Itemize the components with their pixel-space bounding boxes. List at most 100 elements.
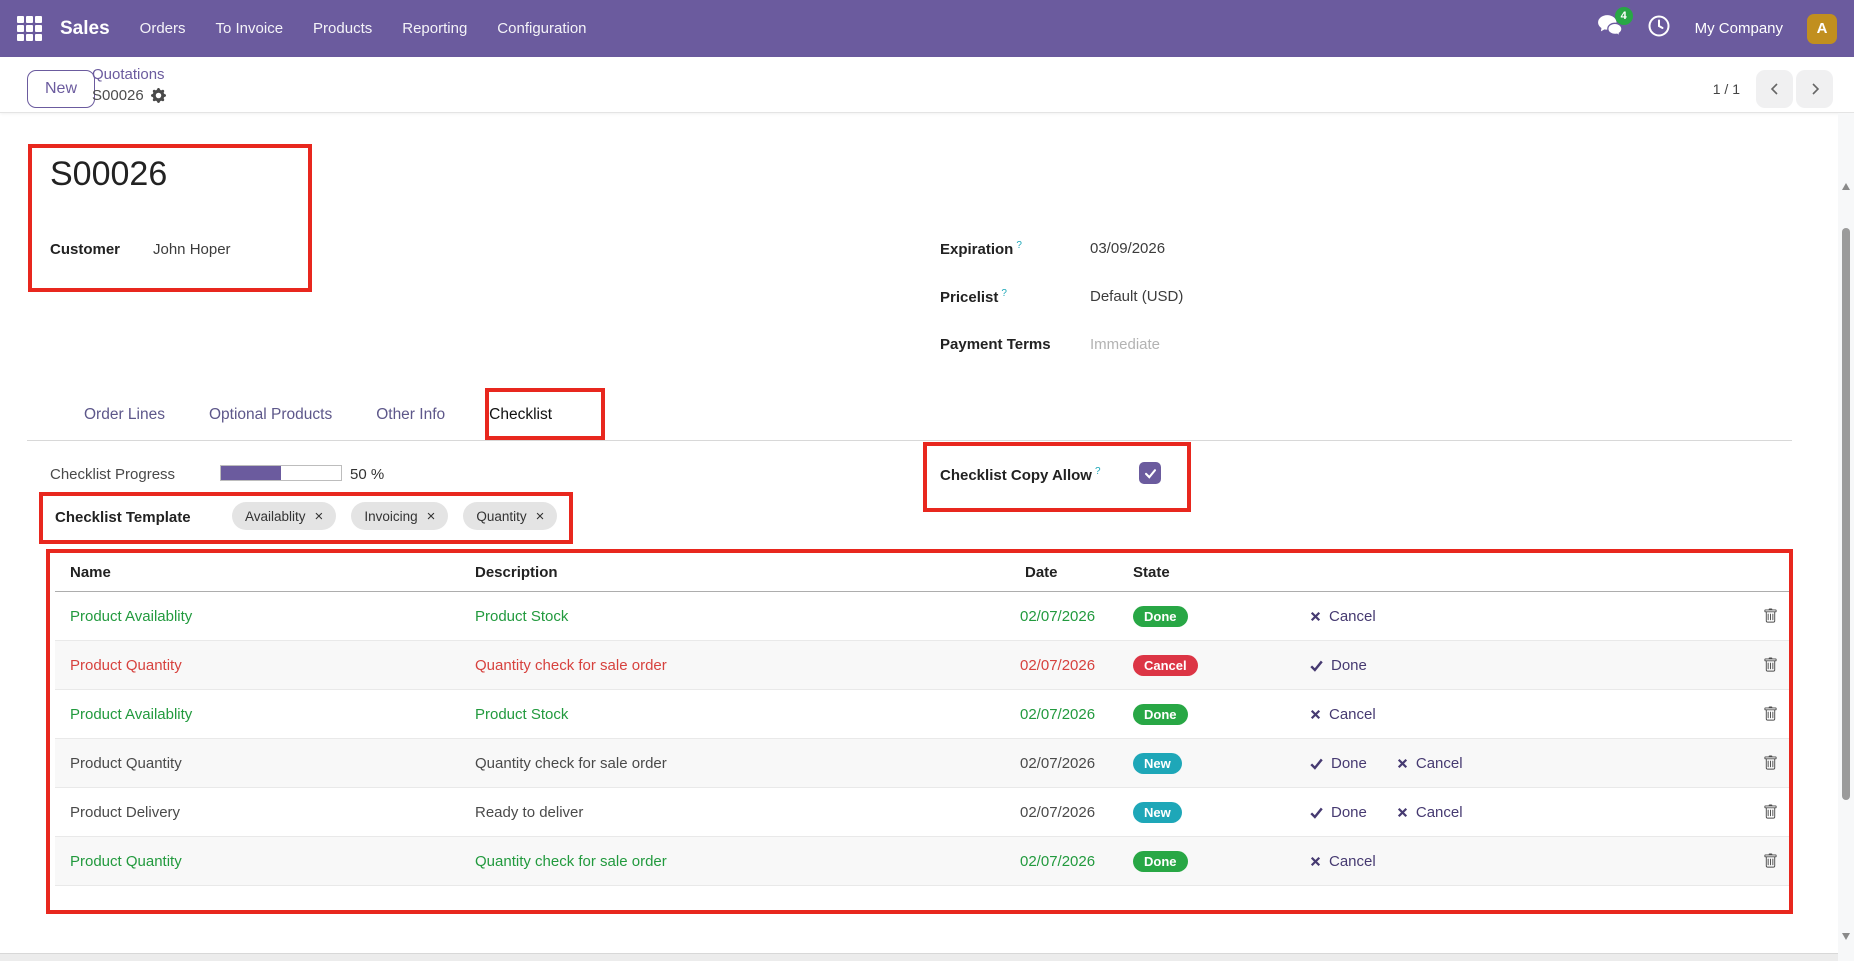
nav-right: 4 My Company A xyxy=(1597,14,1837,44)
payment-terms-value[interactable]: Immediate xyxy=(1090,336,1160,353)
scroll-up-arrow[interactable] xyxy=(1842,183,1850,190)
pager: 1 / 1 xyxy=(1713,70,1833,108)
template-tag-invoicing[interactable]: Invoicing × xyxy=(351,502,448,530)
row-actions: Done Cancel xyxy=(1310,755,1560,772)
cancel-button[interactable]: Cancel xyxy=(1397,804,1463,821)
delete-row-button[interactable] xyxy=(1763,755,1778,771)
nav-item-to-invoice[interactable]: To Invoice xyxy=(216,20,284,37)
pager-next-button[interactable] xyxy=(1796,70,1833,108)
row-delete xyxy=(1750,608,1790,624)
cancel-button[interactable]: Cancel xyxy=(1310,706,1376,723)
state-badge: Done xyxy=(1133,704,1188,725)
row-date: 02/07/2026 xyxy=(1020,853,1133,870)
done-button[interactable]: Done xyxy=(1310,657,1367,674)
messages-button[interactable]: 4 xyxy=(1597,14,1623,43)
user-avatar[interactable]: A xyxy=(1807,14,1837,44)
remove-tag-icon[interactable]: × xyxy=(427,509,436,524)
gear-icon[interactable] xyxy=(151,88,166,103)
cancel-button[interactable]: Cancel xyxy=(1310,608,1376,625)
row-description: Ready to deliver xyxy=(475,804,1020,821)
expiration-field: Expiration? 03/09/2026 xyxy=(940,240,1165,258)
customer-value[interactable]: John Hoper xyxy=(153,241,231,258)
table-row[interactable]: Product QuantityQuantity check for sale … xyxy=(55,739,1790,788)
scrollbar-thumb[interactable] xyxy=(1842,228,1850,800)
template-tag-quantity[interactable]: Quantity × xyxy=(463,502,557,530)
apps-grid-icon[interactable] xyxy=(17,16,42,41)
pricelist-value[interactable]: Default (USD) xyxy=(1090,288,1183,306)
done-button[interactable]: Done xyxy=(1310,804,1367,821)
table-empty-row xyxy=(55,886,1790,907)
row-state: New xyxy=(1133,802,1310,823)
template-tag-availablity[interactable]: Availablity× xyxy=(232,502,336,530)
delete-row-button[interactable] xyxy=(1763,853,1778,869)
row-delete xyxy=(1750,755,1790,771)
delete-row-button[interactable] xyxy=(1763,706,1778,722)
checklist-template-tags[interactable]: Availablity× Invoicing × Quantity × xyxy=(232,502,557,530)
nav-item-configuration[interactable]: Configuration xyxy=(497,20,586,37)
app-brand[interactable]: Sales xyxy=(60,18,110,40)
header-description[interactable]: Description xyxy=(475,564,1020,581)
pager-previous-button[interactable] xyxy=(1756,70,1793,108)
done-button-label: Done xyxy=(1331,755,1367,772)
row-date: 02/07/2026 xyxy=(1020,657,1133,674)
delete-row-button[interactable] xyxy=(1763,657,1778,673)
table-row[interactable]: Product QuantityQuantity check for sale … xyxy=(55,641,1790,690)
row-state: Done xyxy=(1133,704,1310,725)
checklist-progress-bar xyxy=(220,465,342,481)
top-nav: Sales Orders To Invoice Products Reporting C… xyxy=(0,0,1854,57)
pricelist-field: Pricelist? Default (USD) xyxy=(940,288,1183,306)
header-name[interactable]: Name xyxy=(55,564,475,581)
remove-tag-icon[interactable]: × xyxy=(315,509,324,524)
tab-order-lines[interactable]: Order Lines xyxy=(84,406,165,424)
cancel-button[interactable]: Cancel xyxy=(1397,755,1463,772)
customer-field: Customer John Hoper xyxy=(50,241,231,258)
cancel-button[interactable]: Cancel xyxy=(1310,853,1376,870)
record-title[interactable]: S00026 xyxy=(50,155,167,194)
row-name: Product Availablity xyxy=(55,608,475,625)
table-row[interactable]: Product AvailablityProduct Stock02/07/20… xyxy=(55,690,1790,739)
state-badge: Done xyxy=(1133,851,1188,872)
cancel-button-label: Cancel xyxy=(1416,804,1463,821)
state-badge: Cancel xyxy=(1133,655,1198,676)
help-icon: ? xyxy=(1095,466,1101,477)
table-row[interactable]: Product QuantityQuantity check for sale … xyxy=(55,837,1790,886)
table-row[interactable]: Product AvailablityProduct Stock02/07/20… xyxy=(55,592,1790,641)
header-date[interactable]: Date xyxy=(1020,564,1133,581)
scroll-down-arrow[interactable] xyxy=(1842,933,1850,940)
row-date: 02/07/2026 xyxy=(1020,755,1133,772)
breadcrumb: Quotations S00026 xyxy=(92,64,166,106)
delete-row-button[interactable] xyxy=(1763,804,1778,820)
state-badge: New xyxy=(1133,753,1182,774)
tab-other-info[interactable]: Other Info xyxy=(376,406,445,424)
table-row[interactable]: Product DeliveryReady to deliver02/07/20… xyxy=(55,788,1790,837)
nav-item-reporting[interactable]: Reporting xyxy=(402,20,467,37)
row-name: Product Availablity xyxy=(55,706,475,723)
table-body: Product AvailablityProduct Stock02/07/20… xyxy=(55,592,1790,907)
row-description: Product Stock xyxy=(475,608,1020,625)
checklist-table: Name Description Date State Product Avai… xyxy=(55,553,1790,907)
progress-fill xyxy=(221,466,281,480)
breadcrumb-parent-link[interactable]: Quotations xyxy=(92,64,166,85)
row-description: Quantity check for sale order xyxy=(475,657,1020,674)
remove-tag-icon[interactable]: × xyxy=(536,509,545,524)
row-delete xyxy=(1750,706,1790,722)
nav-item-products[interactable]: Products xyxy=(313,20,372,37)
row-actions: Cancel xyxy=(1310,853,1560,870)
tab-checklist[interactable]: Checklist xyxy=(489,406,552,424)
nav-item-orders[interactable]: Orders xyxy=(140,20,186,37)
row-actions: Done Cancel xyxy=(1310,804,1560,821)
delete-row-button[interactable] xyxy=(1763,608,1778,624)
copy-allow-checkbox[interactable] xyxy=(1139,462,1161,484)
done-button[interactable]: Done xyxy=(1310,755,1367,772)
expiration-value[interactable]: 03/09/2026 xyxy=(1090,240,1165,258)
tab-optional-products[interactable]: Optional Products xyxy=(209,406,332,424)
tag-label: Invoicing xyxy=(364,509,417,524)
activities-clock-icon[interactable] xyxy=(1647,14,1671,43)
tag-label: Quantity xyxy=(476,509,526,524)
row-description: Product Stock xyxy=(475,706,1020,723)
state-badge: New xyxy=(1133,802,1182,823)
new-button[interactable]: New xyxy=(27,70,95,108)
customer-label: Customer xyxy=(50,241,153,258)
company-switcher[interactable]: My Company xyxy=(1695,20,1783,37)
header-state[interactable]: State xyxy=(1133,564,1310,581)
